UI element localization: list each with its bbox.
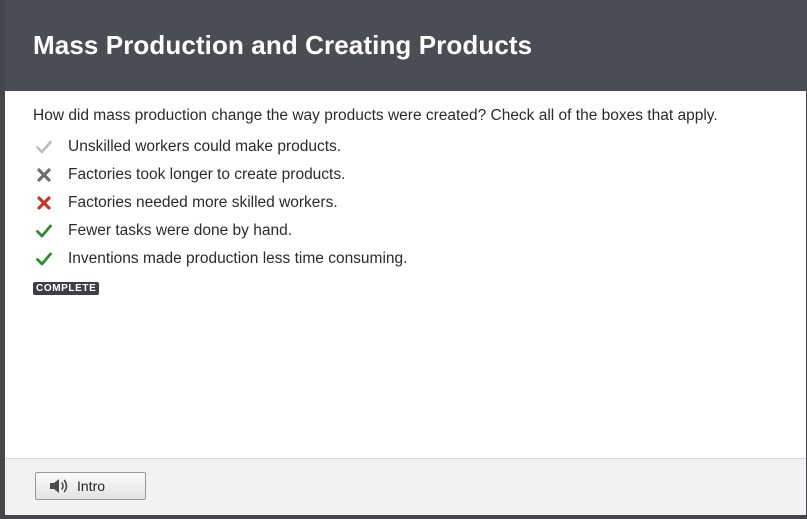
answer-item[interactable]: Factories took longer to create products… [33,161,407,189]
header-bar: Mass Production and Creating Products [5,0,807,91]
answer-label: Factories took longer to create products… [68,166,346,183]
answer-item[interactable]: Factories needed more skilled workers. [33,189,407,217]
answer-item[interactable]: Unskilled workers could make products. [33,133,407,161]
page-title: Mass Production and Creating Products [33,30,533,60]
answer-label: Fewer tasks were done by hand. [68,222,293,239]
question-text: How did mass production change the way p… [33,107,718,124]
answer-item[interactable]: Fewer tasks were done by hand. [33,217,407,245]
app-frame: Mass Production and Creating Products Ho… [0,0,807,519]
status-badge: COMPLETE [33,282,100,295]
speaker-icon [48,476,70,496]
answer-label: Unskilled workers could make products. [68,138,342,155]
answer-label: Inventions made production less time con… [68,250,408,267]
x-red-icon [33,193,55,213]
answer-list: Unskilled workers could make products. F… [33,133,407,273]
footer-bar: Intro [5,458,806,515]
check-green-icon [33,249,55,269]
intro-button[interactable]: Intro [35,472,146,500]
content-panel: How did mass production change the way p… [5,91,806,458]
answer-item[interactable]: Inventions made production less time con… [33,245,407,273]
check-light-icon [33,137,55,157]
x-gray-icon [33,165,55,185]
check-green-icon [33,221,55,241]
intro-button-label: Intro [77,478,106,494]
answer-label: Factories needed more skilled workers. [68,194,338,211]
